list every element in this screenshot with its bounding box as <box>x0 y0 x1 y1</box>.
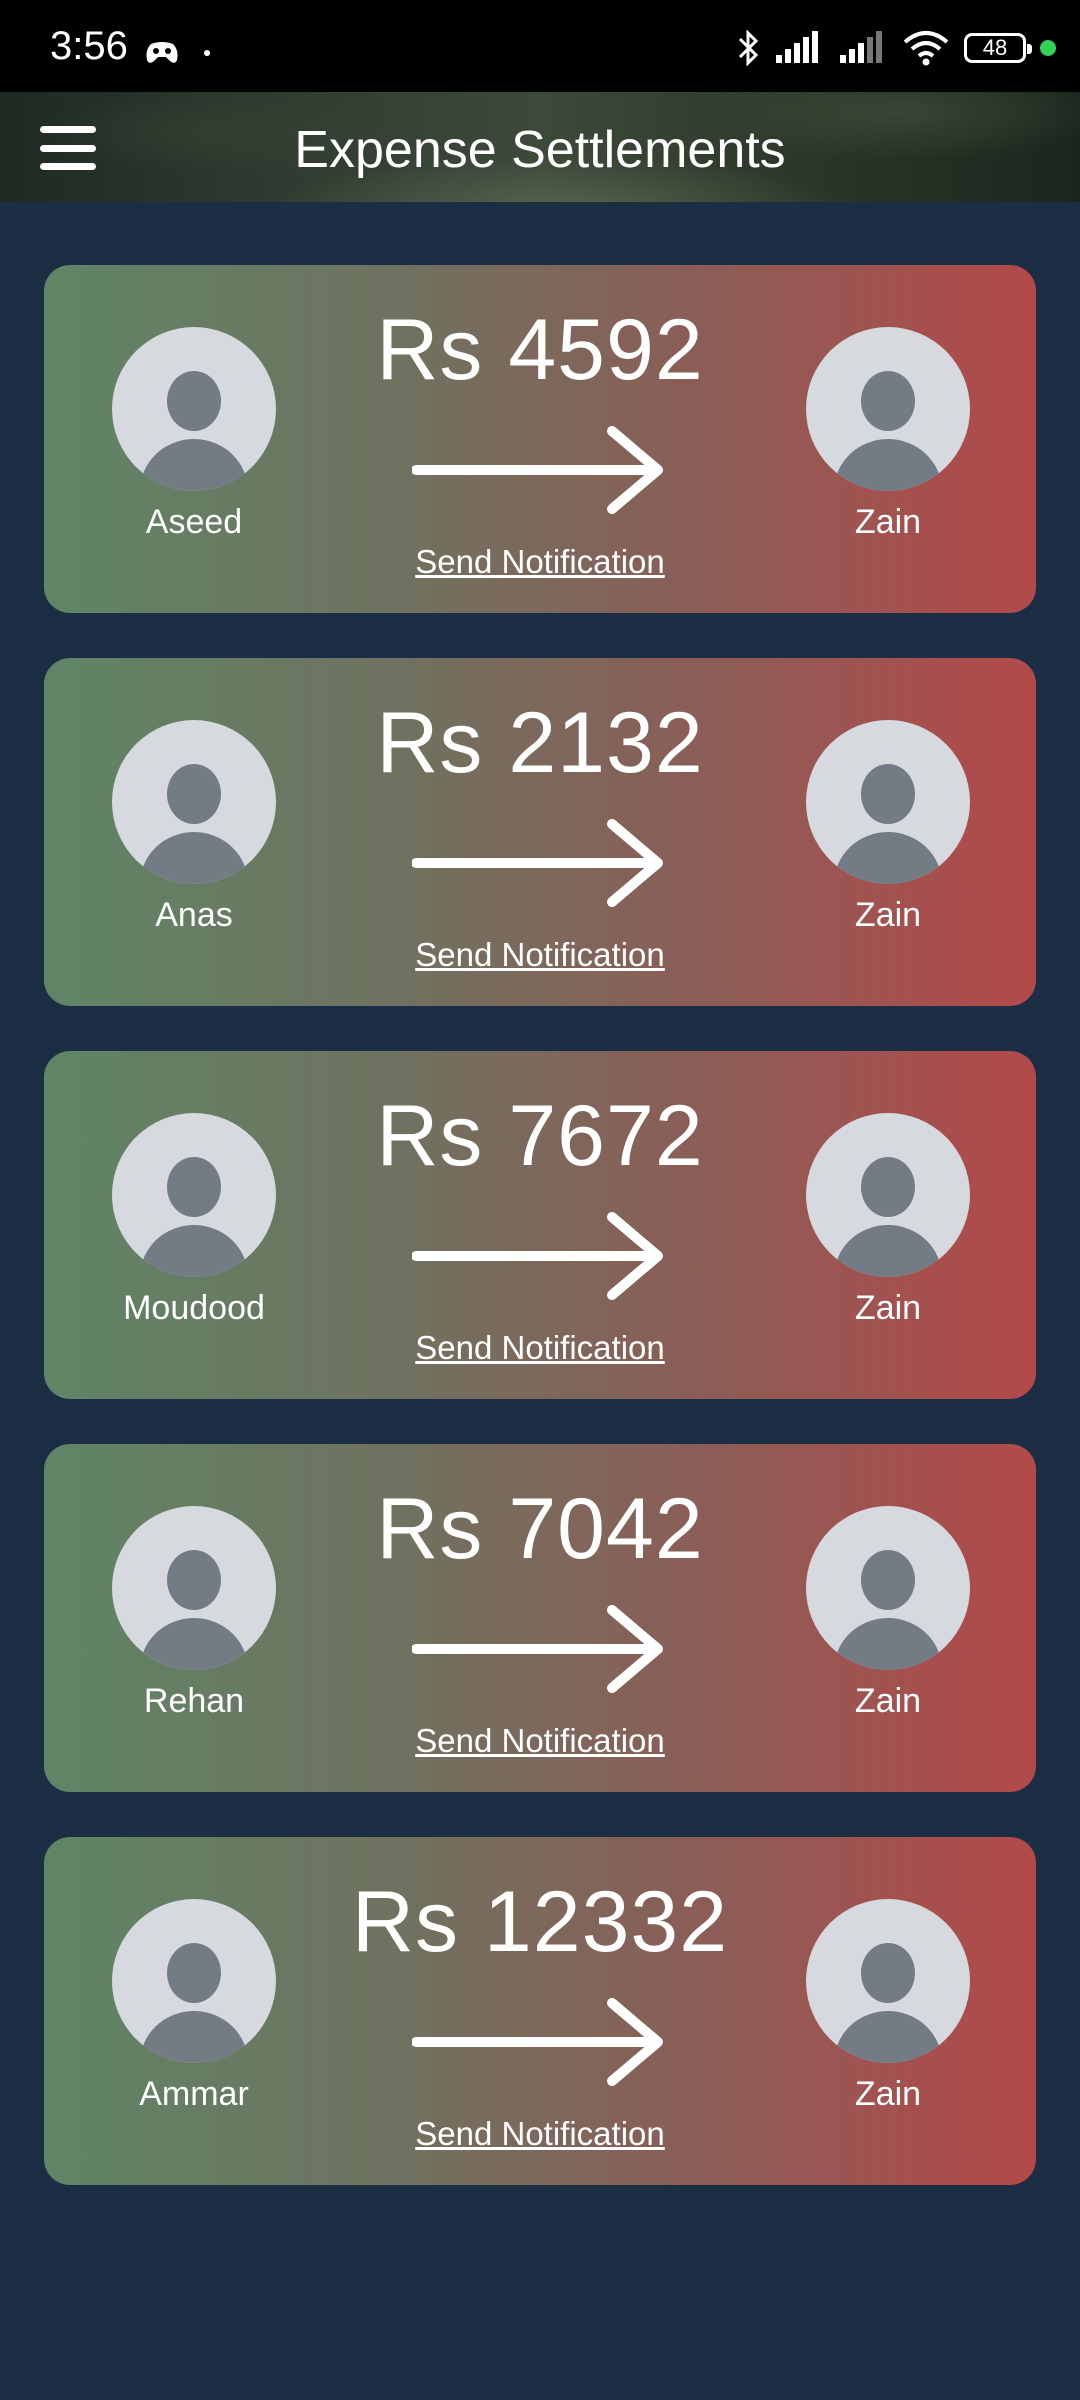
send-notification-link[interactable]: Send Notification <box>44 543 1036 581</box>
payee-name: Zain <box>854 503 922 541</box>
payee: Zain <box>788 1506 988 1721</box>
payer-name: Moudood <box>123 1289 265 1327</box>
user-icon <box>834 1943 942 2063</box>
settlement-card: Aseed Rs 4592 Zain Send Notification <box>44 265 1036 613</box>
payer-name: Anas <box>155 896 233 934</box>
right-arrow-icon <box>412 1605 663 1693</box>
avatar <box>806 1113 970 1277</box>
send-notification-link[interactable]: Send Notification <box>44 1329 1036 1367</box>
signal-icon <box>776 31 818 63</box>
status-bar: 3:56 48 <box>0 0 1080 92</box>
payee: Zain <box>788 720 988 935</box>
game-controller-icon <box>146 42 178 63</box>
payee: Zain <box>788 1113 988 1328</box>
payer-name: Ammar <box>139 2075 249 2113</box>
avatar <box>806 720 970 884</box>
status-time: 3:56 <box>50 24 128 68</box>
payee-name: Zain <box>854 2075 922 2113</box>
wifi-icon <box>903 31 949 66</box>
right-arrow-icon <box>412 1212 663 1300</box>
payee-name: Zain <box>854 1289 922 1327</box>
right-arrow-icon <box>412 426 663 514</box>
user-icon <box>834 371 942 491</box>
send-notification-link[interactable]: Send Notification <box>44 936 1036 974</box>
avatar <box>806 1506 970 1670</box>
avatar <box>806 327 970 491</box>
settlement-card: Ammar Rs 12332 Zain Send Notification <box>44 1837 1036 2185</box>
dot-icon <box>204 50 210 56</box>
settlement-card: Rehan Rs 7042 Zain Send Notification <box>44 1444 1036 1792</box>
settlement-list: Aseed Rs 4592 Zain Send Notification Ana… <box>44 265 1036 2230</box>
user-icon <box>834 764 942 884</box>
app-bar: Expense Settlements <box>0 92 1080 202</box>
send-notification-link[interactable]: Send Notification <box>44 1722 1036 1760</box>
status-notification-icons <box>145 40 211 66</box>
bluetooth-icon <box>738 30 759 66</box>
payee: Zain <box>788 1899 988 2114</box>
page-title: Expense Settlements <box>294 121 786 179</box>
avatar <box>806 1899 970 2063</box>
right-arrow-icon <box>412 819 663 907</box>
payer-name: Aseed <box>145 503 243 541</box>
user-icon <box>834 1550 942 1670</box>
payee-name: Zain <box>854 1682 922 1720</box>
payer-name: Rehan <box>143 1682 245 1720</box>
send-notification-link[interactable]: Send Notification <box>44 2115 1036 2153</box>
privacy-indicator-dot <box>1040 40 1056 56</box>
right-arrow-icon <box>412 1998 663 2086</box>
payee: Zain <box>788 327 988 542</box>
status-right-icons: 48 <box>736 30 1056 66</box>
battery-indicator: 48 <box>964 33 1032 63</box>
payee-name: Zain <box>854 896 922 934</box>
user-icon <box>834 1157 942 1277</box>
settlement-card: Anas Rs 2132 Zain Send Notification <box>44 658 1036 1006</box>
signal-icon-2 <box>840 31 882 63</box>
settlement-card: Moudood Rs 7672 Zain Send Notification <box>44 1051 1036 1399</box>
